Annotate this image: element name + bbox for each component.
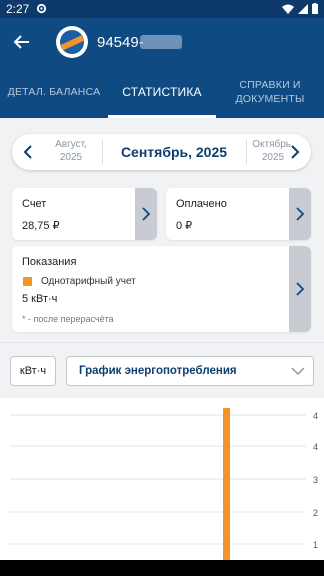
y-tick-label: 4 [313, 442, 318, 452]
status-bar: 2:27 [0, 0, 324, 18]
readings-arrow-button[interactable] [289, 246, 311, 332]
wifi-icon [282, 4, 294, 14]
account-number: 94549- [97, 34, 144, 51]
tariff-label: Однотарифный учет [41, 276, 136, 287]
signal-icon [298, 3, 308, 14]
tab-statistics[interactable]: СТАТИСТИКА [108, 66, 216, 118]
month-picker: Август, 2025 Сентябрь, 2025 Октябрь, 202… [12, 134, 311, 170]
chevron-right-icon [296, 282, 305, 296]
tab-bar: ДЕТАЛ. БАЛАНСА СТАТИСТИКА СПРАВКИ И ДОКУ… [0, 66, 324, 118]
previous-month[interactable]: Август, 2025 [42, 138, 100, 164]
app-header: 94549- [0, 18, 324, 66]
settings-gear-icon [36, 3, 47, 14]
readings-card[interactable]: Показания Однотарифный учет 5 кВт·ч * - … [12, 246, 311, 332]
invoice-arrow-button[interactable] [135, 188, 157, 240]
tariff-color-marker [23, 277, 32, 286]
paid-value: 0 ₽ [176, 220, 193, 232]
divider [246, 140, 247, 164]
recalculation-note: * - после перерасчёта [22, 314, 114, 324]
company-logo [56, 26, 88, 58]
y-tick-label: 3 [313, 475, 318, 485]
readings-value: 5 кВт·ч [22, 293, 58, 305]
chevron-right-icon [296, 207, 305, 221]
chart-svg: 4 4 3 2 1 [10, 408, 318, 576]
current-month: Сентябрь, 2025 [120, 144, 228, 160]
graph-type-selector[interactable]: График энергопотребления [66, 356, 314, 386]
unit-selector[interactable]: кВт·ч [10, 356, 56, 386]
tab-documents[interactable]: СПРАВКИ И ДОКУМЕНТЫ [216, 66, 324, 118]
system-nav-bar [0, 560, 324, 576]
invoice-card[interactable]: Счет 28,75 ₽ [12, 188, 157, 240]
paid-label: Оплачено [176, 198, 227, 210]
tab-balance-details[interactable]: ДЕТАЛ. БАЛАНСА [0, 66, 108, 118]
invoice-label: Счет [22, 198, 47, 210]
paid-arrow-button[interactable] [289, 188, 311, 240]
y-tick-label: 4 [313, 411, 318, 421]
chevron-left-icon[interactable] [22, 144, 34, 160]
paid-card[interactable]: Оплачено 0 ₽ [166, 188, 311, 240]
y-tick-label: 2 [313, 508, 318, 518]
chevron-right-icon [142, 207, 151, 221]
consumption-chart: 4 4 3 2 1 [0, 398, 324, 576]
status-time: 2:27 [6, 2, 30, 16]
chevron-down-icon [291, 367, 305, 376]
section-divider [0, 342, 324, 343]
previous-month-name: Август, [55, 139, 87, 150]
battery-icon [312, 3, 318, 14]
readings-label: Показания [22, 256, 77, 268]
back-arrow-icon[interactable] [12, 32, 32, 52]
chevron-right-icon[interactable] [289, 144, 301, 160]
consumption-bar[interactable] [223, 408, 230, 576]
invoice-value: 28,75 ₽ [22, 220, 60, 232]
y-tick-label: 1 [313, 540, 318, 550]
previous-month-year: 2025 [59, 152, 83, 163]
account-number-masked [140, 35, 182, 49]
graph-type-label: График энергопотребления [79, 365, 237, 377]
statistics-content: Август, 2025 Сентябрь, 2025 Октябрь, 202… [0, 118, 324, 576]
